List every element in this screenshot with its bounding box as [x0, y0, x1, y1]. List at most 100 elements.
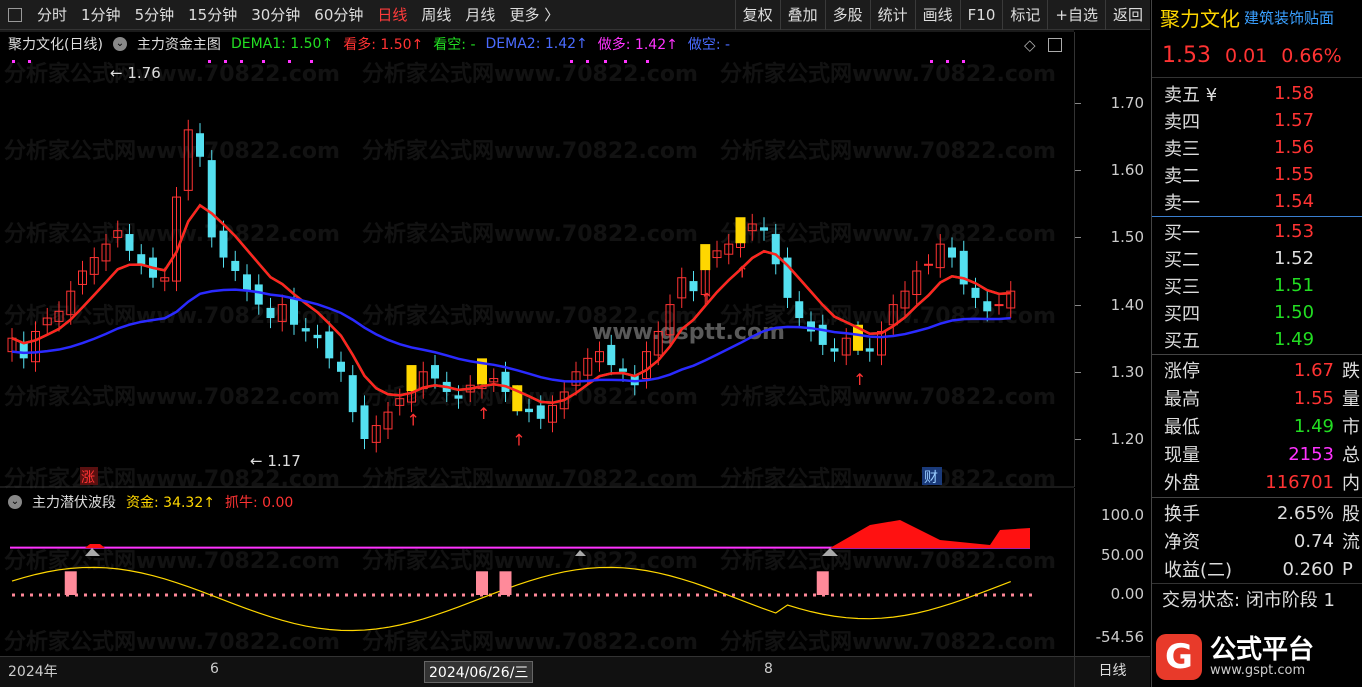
sub-indicator-settings-icon[interactable]: ⌄ — [8, 495, 22, 509]
stat-label: 最高 — [1164, 389, 1200, 410]
zero-dot — [606, 593, 609, 597]
zero-dot — [516, 593, 519, 597]
period-tab-0[interactable]: 分时 — [30, 0, 74, 30]
period-tab-1[interactable]: 1分钟 — [74, 0, 128, 30]
signal-dot — [604, 60, 607, 63]
candle-body — [348, 375, 357, 413]
zero-dot — [984, 593, 987, 597]
toolbar-button-2[interactable]: 多股 — [824, 0, 870, 30]
period-tab-5[interactable]: 60分钟 — [307, 0, 370, 30]
stat-label-2: 跌 — [1342, 361, 1360, 382]
grid-icon[interactable] — [8, 7, 22, 22]
zero-dot — [588, 593, 591, 597]
signal-bar — [816, 571, 829, 595]
zero-dot — [309, 593, 312, 597]
toolbar-button-8[interactable]: 返回 — [1104, 0, 1150, 30]
orderbook-price: 1.57 — [1274, 110, 1315, 131]
stat-row: 涨停 1.67 跌 — [1152, 356, 1362, 384]
orderbook-label: 买一 — [1164, 222, 1200, 244]
candle-body — [501, 371, 510, 392]
zero-dot — [273, 593, 276, 597]
zero-dot — [246, 593, 249, 597]
candle-body — [360, 405, 369, 439]
signal-bar — [476, 571, 488, 595]
price-change: 0.01 — [1224, 44, 1268, 67]
zero-dot — [777, 593, 780, 597]
zero-dot — [165, 593, 168, 597]
zero-dot — [21, 593, 24, 597]
period-tab-2[interactable]: 5分钟 — [128, 0, 182, 30]
price-tick-mark — [1075, 371, 1081, 373]
price-tick: 1.40 — [1110, 295, 1144, 314]
sub-indicator-name[interactable]: 主力潜伏波段 — [32, 492, 116, 512]
candle-body — [760, 227, 768, 231]
signal-dot — [208, 60, 211, 63]
period-tab-9[interactable]: 更多 〉 — [502, 0, 566, 30]
period-tab-4[interactable]: 30分钟 — [244, 0, 307, 30]
stat-value: 2153 — [1288, 443, 1334, 465]
maximize-icon[interactable] — [1048, 38, 1062, 52]
zero-dot — [615, 593, 618, 597]
stock-name[interactable]: 聚力文化 — [1160, 3, 1240, 32]
stock-sector[interactable]: 建筑装饰贴面 — [1244, 7, 1334, 28]
stat-value: 0.260 — [1282, 558, 1334, 580]
price-tick-mark — [1075, 170, 1081, 172]
zero-dot — [885, 593, 888, 597]
indicator-tick: 0.00 — [1110, 585, 1144, 603]
orderbook-row: 买二 1.52 — [1152, 245, 1362, 272]
orderbook-row: 买五 1.49 — [1152, 326, 1362, 353]
period-tab-7[interactable]: 周线 — [414, 0, 458, 30]
zero-dot — [759, 593, 762, 597]
signal-dot — [586, 60, 589, 63]
stat-value: 1.55 — [1293, 387, 1334, 409]
sub-indicator-header: ⌄ 主力潜伏波段 资金: 34.32↑ 抓牛: 0.00 — [8, 492, 293, 512]
low-label: ← 1.17 — [250, 452, 301, 470]
period-label[interactable]: 日线 — [1074, 657, 1150, 687]
signal-dot — [930, 60, 933, 63]
top-toolbar: 分时 1分钟 5分钟 15分钟 30分钟 60分钟 日线 周线 月线 更多 〉 复权 叠加 多股 统计画… — [0, 0, 1150, 30]
zero-dot — [219, 593, 222, 597]
price-tick: 1.30 — [1110, 362, 1144, 381]
stat-row: 现量 2153 总 — [1152, 440, 1362, 468]
toolbar-button-5[interactable]: F10 — [959, 0, 1003, 30]
stat-row: 换手 2.65% 股 — [1152, 499, 1362, 527]
candle-body — [771, 234, 780, 265]
zero-dot — [741, 593, 744, 597]
toolbar-button-6[interactable]: 标记 — [1002, 0, 1047, 30]
toolbar-button-4[interactable]: 画线 — [914, 0, 960, 30]
zero-dot — [183, 593, 186, 597]
period-tab-8[interactable]: 月线 — [458, 0, 502, 30]
zuoduo-value: 做多: 1.42↑ — [597, 37, 678, 53]
candle-body — [924, 263, 933, 266]
candle-body — [266, 307, 275, 319]
toolbar-button-7[interactable]: +自选 — [1047, 0, 1105, 30]
zero-dot — [174, 593, 177, 597]
stat-label-2: 股 — [1342, 504, 1360, 525]
period-tab-6[interactable]: 日线 — [370, 0, 414, 30]
signal-dot — [646, 60, 649, 63]
period-tab-3[interactable]: 15分钟 — [181, 0, 244, 30]
zero-dot — [84, 593, 87, 597]
kline-chart[interactable]: ↑ ↑↑↑↑↑← 1.76← 1.17涨财 — [0, 0, 1150, 687]
indicator-tick: 100.0 — [1101, 506, 1144, 524]
indicator-name[interactable]: 主力资金主图 — [137, 34, 221, 54]
logo-url: www.gspt.com — [1210, 662, 1306, 678]
indicator-settings-icon[interactable]: ⌄ — [112, 37, 127, 51]
buy-arrow-icon: ↑ — [477, 404, 490, 423]
toolbar-button-0[interactable]: 复权 — [734, 0, 780, 30]
candle-body — [243, 274, 251, 292]
candle-body — [231, 260, 240, 271]
zero-dot — [435, 593, 438, 597]
stat-value: 2.65% — [1276, 502, 1334, 524]
zero-dot — [129, 593, 132, 597]
toolbar-button-1[interactable]: 叠加 — [779, 0, 825, 30]
zero-dot — [228, 593, 231, 597]
zero-dot — [399, 593, 402, 597]
zuokong-value: 做空: - — [687, 37, 731, 53]
diamond-icon[interactable]: ◇ — [1024, 36, 1036, 54]
candle-body — [948, 247, 956, 258]
price-axis: 1.70 1.60 1.50 1.40 1.30 1.20 — [1074, 32, 1150, 487]
candle-body — [196, 133, 204, 157]
zero-dot — [120, 593, 123, 597]
toolbar-button-3[interactable]: 统计 — [869, 0, 915, 30]
